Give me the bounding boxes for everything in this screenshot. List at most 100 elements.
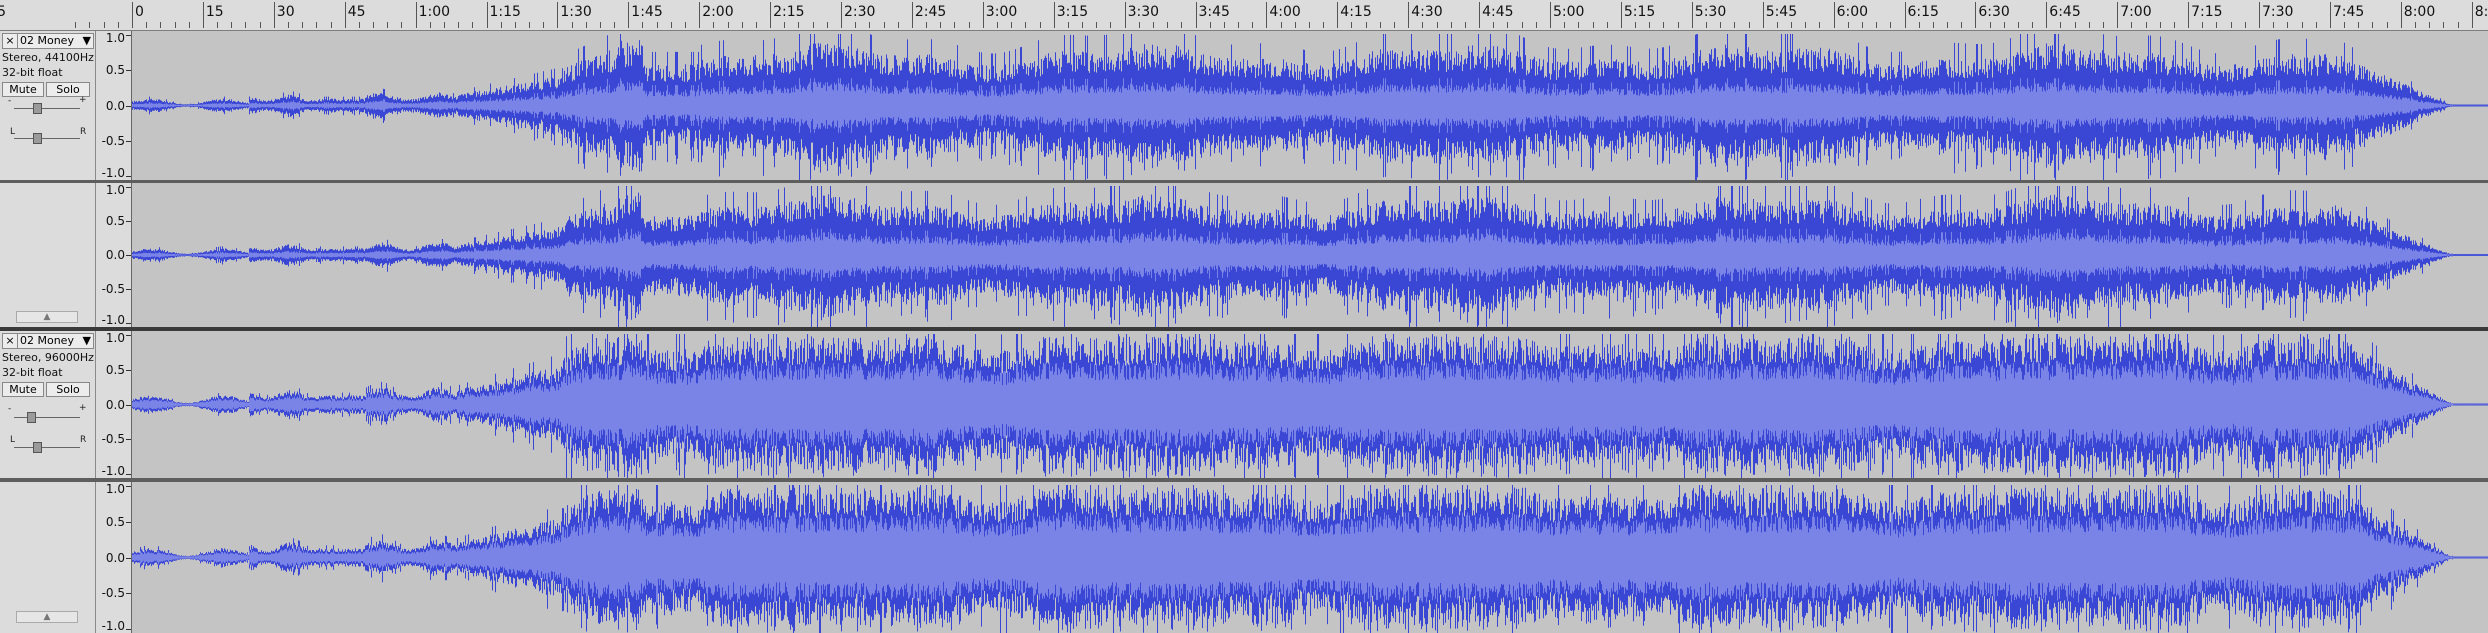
collapse-track-button[interactable]: ▲ — [16, 611, 78, 623]
waveform-rms — [132, 512, 2488, 603]
amplitude-label: -0.5 — [101, 282, 125, 296]
ruler-major-tick — [2400, 2, 2402, 28]
ruler-minor-tick — [1238, 22, 1240, 28]
ruler-major-tick — [1975, 2, 1977, 28]
pan-slider[interactable] — [33, 133, 43, 144]
ruler-major-tick — [699, 2, 701, 28]
close-icon[interactable]: × — [3, 334, 18, 348]
ruler-major-tick — [1762, 2, 1764, 28]
ruler-minor-tick — [1592, 22, 1594, 28]
close-icon[interactable]: × — [3, 34, 18, 48]
waveform-left-channel[interactable] — [132, 331, 2488, 478]
audio-track-1: × 02 Money F ▼ Stereo, 44100Hz 32-bit fl… — [0, 31, 2488, 327]
ruler-minor-tick — [103, 22, 105, 28]
ruler-minor-tick — [2032, 22, 2034, 28]
ruler-label: 8:15 — [2474, 4, 2488, 20]
ruler-label: 6:15 — [1907, 4, 1939, 20]
ruler-minor-tick — [940, 22, 942, 28]
ruler-minor-tick — [1635, 22, 1637, 28]
vertical-ruler-right: 1.0 0.5 0.0 -0.5 -1.0 — [96, 482, 132, 633]
amplitude-label: 1.0 — [105, 331, 125, 345]
mute-button[interactable]: Mute — [2, 82, 44, 97]
ruler-minor-tick — [2202, 22, 2204, 28]
ruler-label: 7:30 — [2262, 4, 2294, 20]
ruler-label: -15 — [0, 4, 6, 20]
ruler-minor-tick — [656, 22, 658, 28]
gain-slider-track — [14, 108, 80, 109]
ruler-minor-tick — [1436, 22, 1438, 28]
track-title-bar[interactable]: × 02 Money F ▼ — [2, 33, 94, 49]
ruler-minor-tick — [812, 22, 814, 28]
ruler-minor-tick — [259, 22, 261, 28]
ruler-minor-tick — [1464, 22, 1466, 28]
audio-track-2: × 02 Money F ▼ Stereo, 96000Hz 32-bit fl… — [0, 331, 2488, 633]
track-bit-depth: 32-bit float — [2, 66, 63, 79]
pan-left-label: L — [10, 435, 16, 445]
ruler-minor-tick — [1110, 22, 1112, 28]
ruler-major-tick — [415, 2, 417, 28]
solo-button[interactable]: Solo — [46, 382, 90, 397]
ruler-major-tick — [344, 2, 346, 28]
ruler-minor-tick — [670, 22, 672, 28]
ruler-minor-tick — [1351, 22, 1353, 28]
gain-slider[interactable] — [33, 103, 43, 114]
ruler-minor-tick — [1308, 22, 1310, 28]
ruler-minor-tick — [2344, 22, 2346, 28]
ruler-minor-tick — [727, 22, 729, 28]
waveform-right-channel[interactable] — [132, 482, 2488, 633]
ruler-major-tick — [1195, 2, 1197, 28]
amplitude-tick — [126, 521, 131, 523]
ruler-minor-tick — [1181, 22, 1183, 28]
amplitude-tick — [126, 176, 131, 177]
amplitude-tick — [126, 221, 131, 222]
ruler-minor-tick — [2103, 22, 2105, 28]
ruler-minor-tick — [1379, 22, 1381, 28]
ruler-minor-tick — [2358, 22, 2360, 28]
ruler-minor-tick — [1294, 22, 1296, 28]
ruler-major-tick — [486, 2, 488, 28]
gain-minus-label: - — [8, 404, 12, 414]
ruler-minor-tick — [1890, 22, 1892, 28]
waveform-left-channel[interactable] — [132, 31, 2488, 180]
ruler-label: 1:15 — [489, 4, 521, 20]
ruler-label: 45 — [347, 4, 366, 20]
ruler-minor-tick — [1947, 22, 1949, 28]
ruler-label: 4:15 — [1340, 4, 1372, 20]
ruler-major-tick — [132, 2, 133, 28]
ruler-major-tick — [2188, 2, 2190, 28]
track-name[interactable]: 02 Money F — [20, 34, 78, 48]
ruler-minor-tick — [1748, 22, 1750, 28]
ruler-minor-tick — [2372, 22, 2374, 28]
track-title-bar[interactable]: × 02 Money F ▼ — [2, 333, 94, 349]
waveform — [132, 334, 2488, 478]
ruler-minor-tick — [869, 22, 871, 28]
amplitude-tick — [126, 486, 131, 487]
ruler-minor-tick — [188, 22, 190, 28]
waveform — [132, 485, 2488, 633]
ruler-minor-tick — [2003, 22, 2005, 28]
mute-button[interactable]: Mute — [2, 382, 44, 397]
ruler-minor-tick — [2443, 22, 2445, 28]
track-name[interactable]: 02 Money F — [20, 334, 78, 348]
ruler-minor-tick — [954, 22, 956, 28]
ruler-minor-tick — [798, 22, 800, 28]
ruler-minor-tick — [174, 22, 176, 28]
pan-slider[interactable] — [33, 442, 43, 453]
amplitude-tick — [126, 289, 131, 290]
ruler-minor-tick — [2301, 22, 2303, 28]
ruler-minor-tick — [1649, 22, 1651, 28]
ruler-label: 1:30 — [560, 4, 592, 20]
ruler-minor-tick — [685, 22, 687, 28]
ruler-minor-tick — [2216, 22, 2218, 28]
ruler-minor-tick — [373, 22, 375, 28]
gain-slider[interactable] — [26, 412, 36, 423]
ruler-label: 2:00 — [702, 4, 734, 20]
ruler-label: 6:30 — [1978, 4, 2010, 20]
timeline-ruler[interactable]: -15 0 15 30 45 1:00 1:15 1:30 1:45 2:00 2:15 2:30 2:… — [0, 0, 2488, 31]
waveform-right-channel[interactable] — [132, 183, 2488, 327]
ruler-minor-tick — [585, 22, 587, 28]
track-format: Stereo, 44100Hz — [2, 51, 94, 64]
collapse-track-button[interactable]: ▲ — [16, 311, 78, 323]
track-menu-icon[interactable]: ▼ — [83, 334, 91, 348]
track-menu-icon[interactable]: ▼ — [83, 34, 91, 48]
